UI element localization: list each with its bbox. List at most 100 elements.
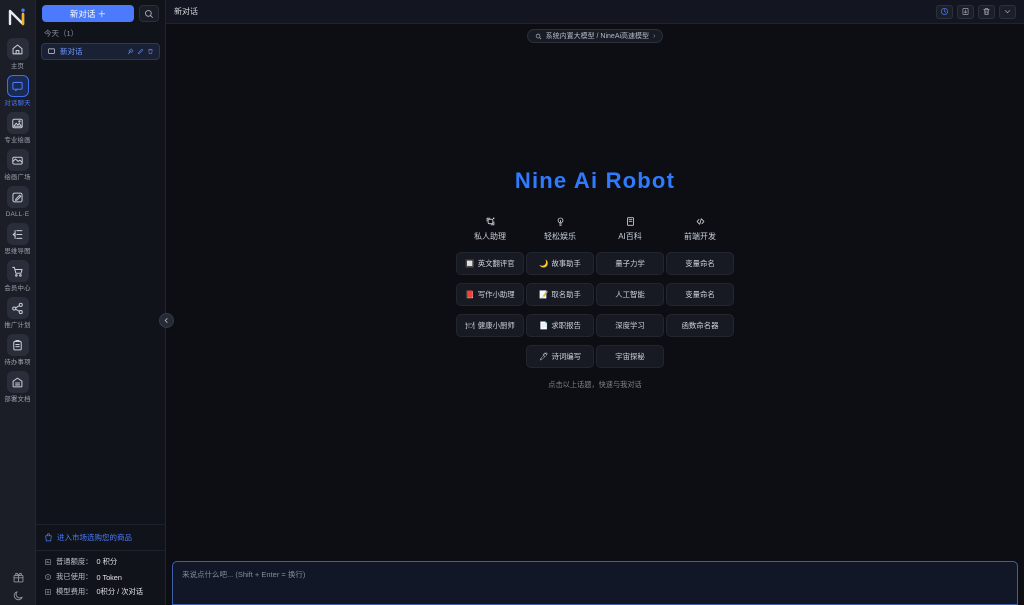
market-link-label: 进入市场选购您的商品 bbox=[57, 533, 132, 542]
conversation-title: 新对话 bbox=[60, 47, 83, 56]
pin-icon[interactable] bbox=[127, 48, 134, 55]
prompt-card[interactable]: 宇宙探秘 bbox=[596, 345, 664, 368]
stat-value: 0 积分 bbox=[96, 557, 118, 566]
sidebar-item-1[interactable]: 对话聊天 bbox=[1, 73, 35, 108]
prompt-card[interactable]: 深度学习 bbox=[596, 314, 664, 337]
sidebar-item-3[interactable]: 绘画广场 bbox=[1, 147, 35, 182]
category: 轻松娱乐 bbox=[544, 216, 576, 242]
prompt-card[interactable]: 🔲 英文翻评官 bbox=[456, 252, 524, 275]
new-chat-button[interactable]: 新对话 ＋ bbox=[42, 5, 134, 22]
stat-row: 模型费用： 0积分 / 次对话 bbox=[44, 587, 157, 597]
chat-input-placeholder[interactable]: 来说点什么吧... (Shift + Enter = 换行) bbox=[182, 569, 1008, 580]
prompt-card[interactable]: 函数命名器 bbox=[666, 314, 734, 337]
prompt-card[interactable]: 🍽 健康小厨师 bbox=[456, 314, 524, 337]
conversation-list: 新对话 bbox=[36, 43, 165, 60]
sidebar-item-9[interactable]: 部署文档 bbox=[1, 369, 35, 404]
sidebar-item-label: 思维导图 bbox=[4, 248, 31, 255]
prompt-card[interactable]: 📕 写作小助理 bbox=[456, 283, 524, 306]
delete-icon[interactable] bbox=[147, 48, 154, 55]
prompt-card-label: 求职报告 bbox=[551, 321, 581, 330]
prompt-card-emoji: 📄 bbox=[539, 320, 549, 330]
prompt-card[interactable]: 📝 取名助手 bbox=[526, 283, 594, 306]
sidebar-item-0[interactable]: 主页 bbox=[1, 36, 35, 71]
model-selector[interactable]: 系统内置大模型 / NineAi高速模型 › bbox=[526, 29, 664, 43]
stat-label: 模型费用： bbox=[56, 587, 93, 596]
composer[interactable]: 来说点什么吧... (Shift + Enter = 换行) bbox=[172, 561, 1018, 605]
market-link[interactable]: 进入市场选购您的商品 bbox=[36, 524, 165, 550]
prompt-card[interactable]: 变量命名 bbox=[666, 252, 734, 275]
prompt-card-label: 人工智能 bbox=[615, 290, 645, 299]
book-icon bbox=[625, 216, 636, 227]
gallery-icon bbox=[6, 149, 29, 171]
edit-icon[interactable] bbox=[137, 48, 144, 55]
stat-row: 普通额度： 0 积分 bbox=[44, 557, 157, 567]
download-icon[interactable] bbox=[957, 4, 974, 19]
category-label: 轻松娱乐 bbox=[544, 232, 576, 241]
stat-row: 我已使用： 0 Token bbox=[44, 572, 157, 582]
prompt-card[interactable]: 变量命名 bbox=[666, 283, 734, 306]
stat-label: 我已使用： bbox=[56, 572, 93, 581]
sidebar-item-label: 会员中心 bbox=[4, 285, 31, 292]
home-icon bbox=[6, 38, 29, 60]
sidebar-item-5[interactable]: 思维导图 bbox=[1, 221, 35, 256]
prompt-card-emoji: 📝 bbox=[539, 289, 549, 299]
prompt-card-label: 取名助手 bbox=[551, 290, 581, 299]
brand-title: Nine Ai Robot bbox=[514, 168, 676, 193]
sidebar-item-7[interactable]: 推广计划 bbox=[1, 295, 35, 330]
page-title: 新对话 bbox=[174, 7, 198, 16]
moon-icon[interactable] bbox=[13, 590, 24, 601]
conversation-sidebar: 新对话 ＋ 今天（1） 新对话 进入市场选购您的商品 普通额度： 0 积分 我已… bbox=[36, 0, 174, 605]
sidebar-item-4[interactable]: DALL·E bbox=[1, 184, 35, 219]
prompt-card-label: 变量命名 bbox=[685, 259, 715, 268]
chevron-down-icon[interactable] bbox=[999, 4, 1016, 19]
prompt-card-grid: 🔲 英文翻评官 🌙 故事助手 量子力学 变量命名 📕 写作小助理 📝 取名助手 … bbox=[455, 252, 735, 368]
prompt-card-label: 故事助手 bbox=[551, 259, 581, 268]
price-icon bbox=[44, 588, 52, 596]
trash-icon[interactable] bbox=[978, 4, 995, 19]
bulb-icon bbox=[555, 216, 566, 227]
chevron-left-icon[interactable] bbox=[159, 313, 174, 328]
gift-icon[interactable] bbox=[13, 572, 24, 583]
sidebar-item-8[interactable]: 待办事项 bbox=[1, 332, 35, 367]
sidebar-toolbar: 新对话 ＋ bbox=[36, 0, 165, 26]
sidebar-item-label: DALL·E bbox=[5, 211, 30, 218]
sidebar-item-label: 部署文档 bbox=[4, 396, 31, 403]
assistant-icon bbox=[485, 216, 496, 227]
stat-value: 0 Token bbox=[96, 572, 122, 582]
main-header: 新对话 bbox=[166, 0, 1024, 24]
prompt-card[interactable]: 🖊 诗词编写 bbox=[526, 345, 594, 368]
sidebar-item-2[interactable]: 专业绘画 bbox=[1, 110, 35, 145]
sidebar-item-label: 推广计划 bbox=[4, 322, 31, 329]
header-actions bbox=[936, 4, 1016, 19]
sidebar-item-6[interactable]: 会员中心 bbox=[1, 258, 35, 293]
icon-rail: 主页 对话聊天 专业绘画 绘画广场 DALL·E 思维导图 会员中心 推广计划 … bbox=[0, 0, 36, 605]
prompt-card[interactable]: 📄 求职报告 bbox=[526, 314, 594, 337]
prompt-card-emoji: 🌙 bbox=[539, 258, 549, 268]
prompt-card[interactable]: 🌙 故事助手 bbox=[526, 252, 594, 275]
category: AI百科 bbox=[618, 216, 642, 242]
category-label: 私人助理 bbox=[474, 232, 506, 241]
category-label: AI百科 bbox=[618, 232, 642, 241]
search-icon[interactable] bbox=[139, 5, 159, 22]
card-placeholder bbox=[456, 345, 524, 368]
prompt-card-label: 变量命名 bbox=[685, 290, 715, 299]
conversation-item[interactable]: 新对话 bbox=[41, 43, 160, 60]
prompt-card-label: 量子力学 bbox=[615, 259, 645, 268]
chat-bubble-icon bbox=[6, 75, 29, 97]
stat-label: 普通额度： bbox=[56, 557, 93, 566]
rail-bottom-actions bbox=[0, 572, 36, 601]
prompt-card[interactable]: 量子力学 bbox=[596, 252, 664, 275]
share-nodes-icon bbox=[6, 297, 29, 319]
prompt-hint: 点击以上话题，快速与我对话 bbox=[548, 380, 642, 389]
prompt-card-label: 英文翻评官 bbox=[477, 259, 515, 268]
prompt-card-emoji: 🔲 bbox=[465, 258, 475, 268]
prompt-card-label: 宇宙探秘 bbox=[615, 352, 645, 361]
model-bar: 系统内置大模型 / NineAi高速模型 › bbox=[166, 24, 1024, 48]
quota-icon bbox=[44, 558, 52, 566]
history-clock-icon[interactable] bbox=[936, 4, 953, 19]
mindmap-icon bbox=[6, 223, 29, 245]
prompt-card-label: 诗词编写 bbox=[551, 352, 582, 361]
token-icon bbox=[44, 573, 52, 581]
prompt-card[interactable]: 人工智能 bbox=[596, 283, 664, 306]
